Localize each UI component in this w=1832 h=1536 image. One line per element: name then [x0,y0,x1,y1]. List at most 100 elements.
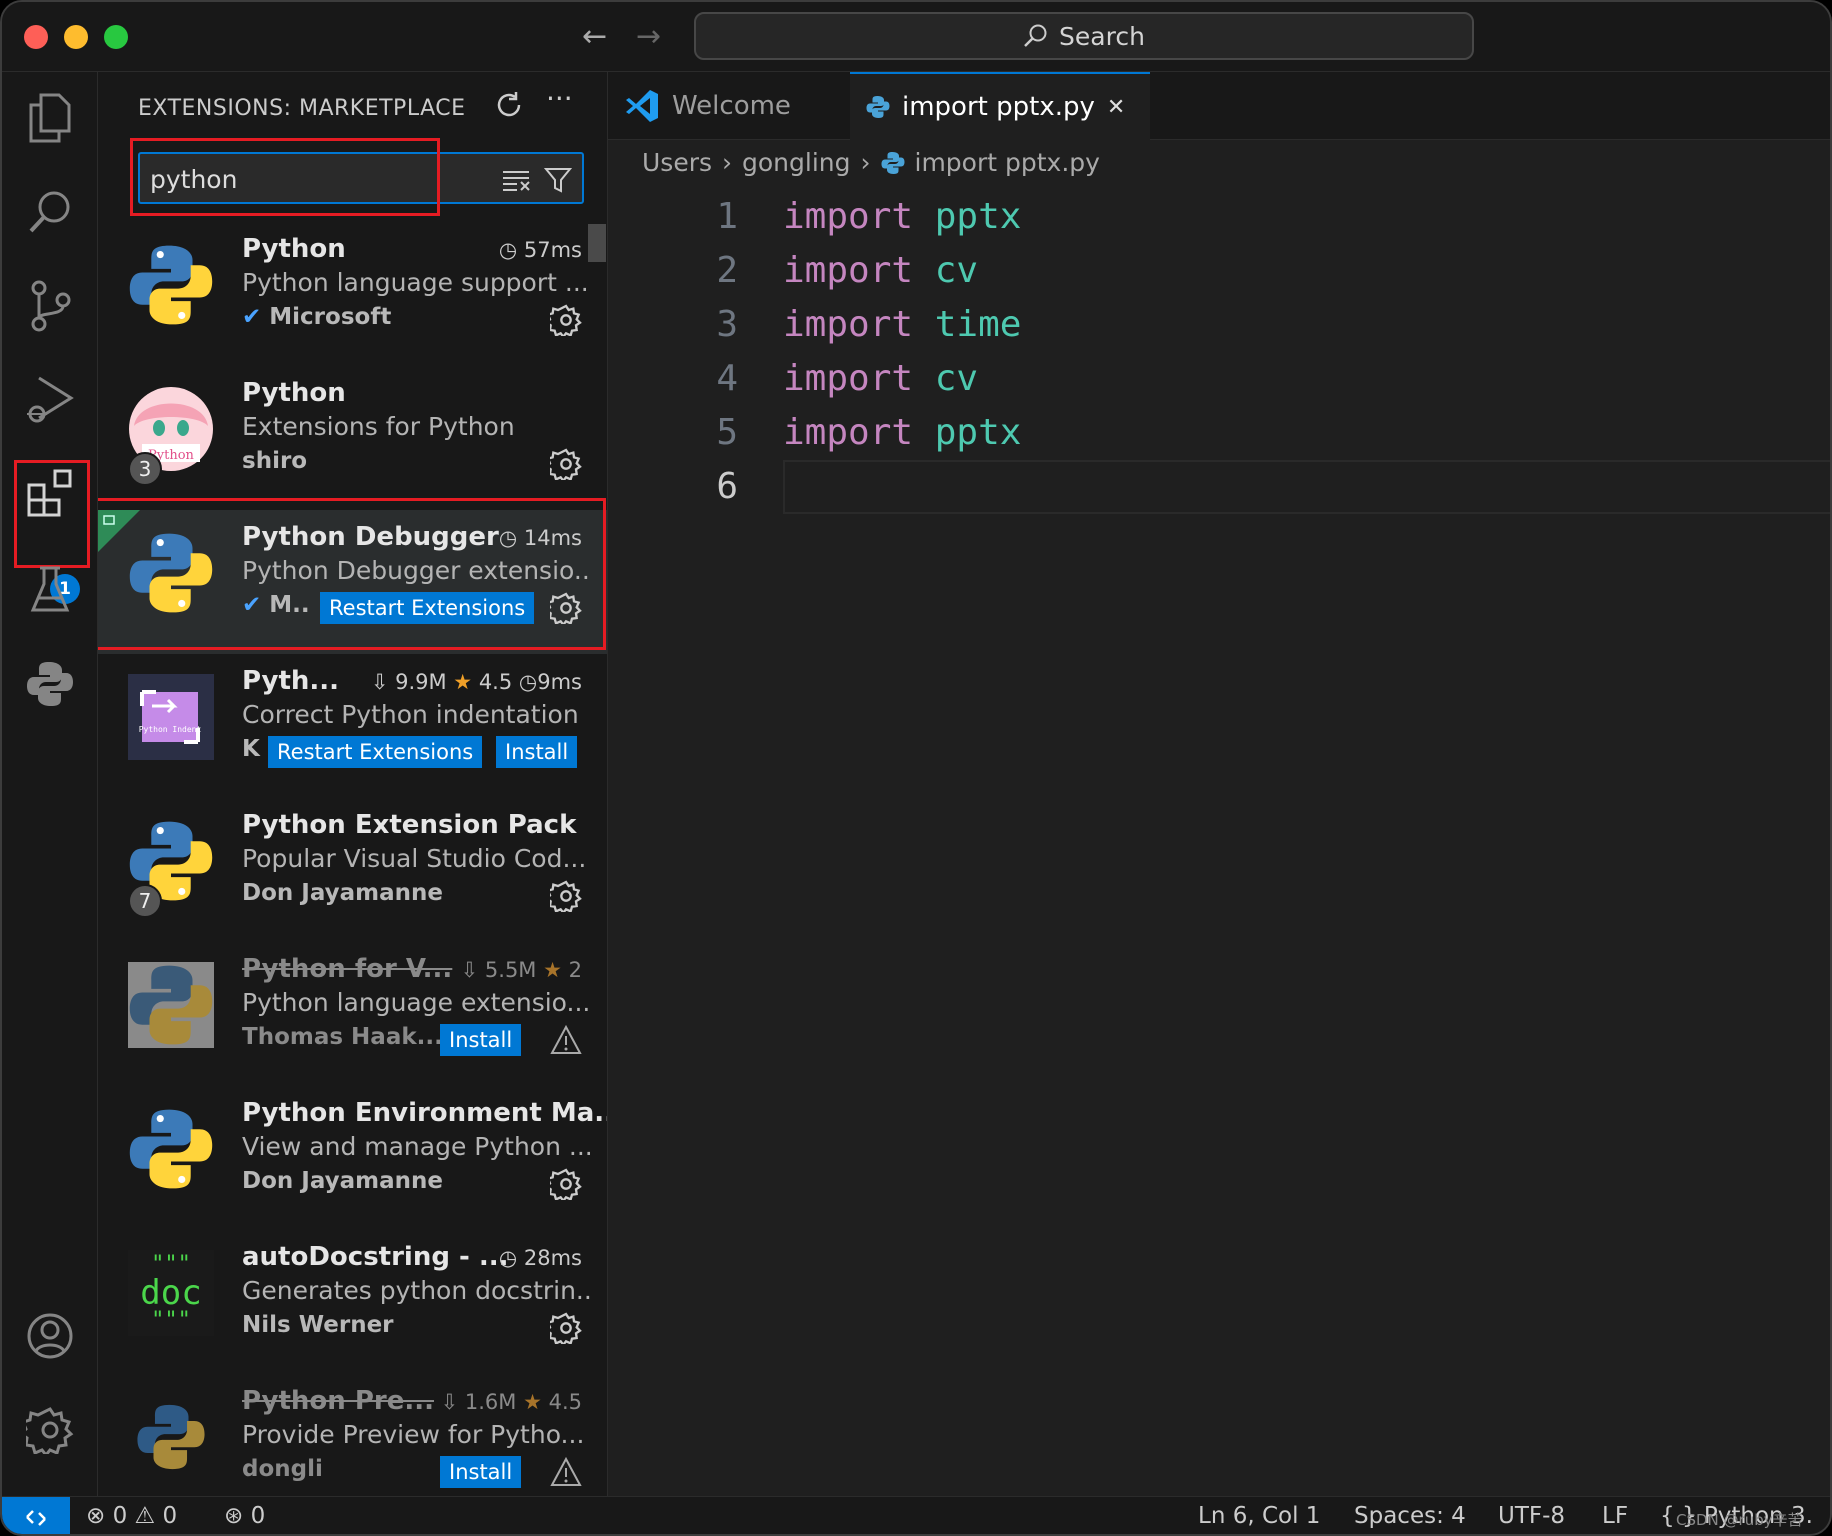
title-bar: ← → Search [2,2,1830,72]
command-center-search[interactable]: Search [694,12,1474,60]
cursor-position[interactable]: Ln 6, Col 1 [1198,1503,1320,1529]
python-logo-icon [128,962,214,1048]
breadcrumb-separator-icon: › [722,148,733,177]
extension-name: Python Environment Ma... [242,1098,608,1128]
forward-arrow-icon[interactable]: → [636,18,661,56]
module-name: cv [934,358,979,399]
breadcrumb: Users › gongling › import pptx.py [642,148,1100,177]
back-arrow-icon[interactable]: ← [582,18,607,56]
activation-time: ◷ 57ms [498,238,582,262]
keyword: import [783,358,914,399]
testing-icon[interactable] [22,562,78,618]
extension-description: Provide Preview for Pytho... [242,1420,585,1449]
extensions-sidebar: EXTENSIONS: MARKETPLACE ··· Python ◷ 57m… [98,72,608,1496]
manage-gear-icon[interactable] [550,1312,582,1344]
extension-publisher: Nils Werner [242,1312,394,1338]
refresh-icon[interactable] [494,90,524,127]
extension-item-python-for-vscode[interactable]: Python for V... ⇩ 5.5M ★ 2 Python langua… [98,942,607,1086]
editor-area: Welcome import pptx.py ✕ Users › gonglin… [608,72,1830,1496]
filter-icon[interactable] [542,164,574,196]
install-button[interactable]: Install [440,1456,522,1488]
close-window-button[interactable] [24,25,48,49]
encoding-setting[interactable]: UTF-8 [1498,1503,1565,1529]
extension-item-python-environment-manager[interactable]: Python Environment Ma... View and manage… [98,1086,608,1230]
tab-welcome[interactable]: Welcome [608,72,848,140]
search-icon [1024,24,1047,47]
search-icon[interactable] [22,184,78,240]
extension-stats: ⇩ 1.6M ★ 4.5 [440,1390,582,1414]
extension-publisher: shiro [242,448,308,474]
restart-extensions-button[interactable]: Restart Extensions [268,736,483,768]
extension-item-autodocstring[interactable]: """ doc """ autoDocstring - ... ◷ 28ms G… [98,1230,607,1374]
close-tab-icon[interactable]: ✕ [1107,95,1125,120]
star-icon: ★ [453,670,473,694]
extension-name: Pyth... [242,666,340,696]
tab-import-pptx[interactable]: import pptx.py ✕ [850,72,1150,140]
keyword: import [783,304,914,345]
extension-publisher: K [242,736,260,762]
eol-setting[interactable]: LF [1602,1503,1628,1529]
code-line: 6 [608,460,1830,514]
extension-description: Extensions for Python [242,412,515,441]
line-number: 2 [716,250,738,291]
extension-description: View and manage Python ... [242,1132,592,1161]
tab-label: import pptx.py [902,92,1095,122]
code-line: 3 import time [608,298,1830,352]
extension-item-python-preview[interactable]: Python Pre... ⇩ 1.6M ★ 4.5 Provide Previ… [98,1374,607,1496]
extension-item-python-indent[interactable]: Python Indent Pyth... ⇩ 9.9M ★ 4.5 ◷9ms … [98,654,607,798]
python-icon[interactable] [22,656,78,712]
line-number: 3 [716,304,738,345]
extension-stats: ⇩ 9.9M ★ 4.5 ◷9ms [370,670,582,694]
breadcrumb-item[interactable]: Users [642,148,712,177]
manage-gear-icon[interactable] [550,448,582,480]
vscode-window: ← → Search 1 EXTENSIONS: MARKETPLACE ···… [0,0,1832,1536]
watermark: CSDN @ruby辛苦 [1676,1511,1803,1529]
manage-gear-icon[interactable] [22,1402,78,1458]
manage-gear-icon[interactable] [550,880,582,912]
history-icon: ◷ [518,670,538,694]
editor-tabs: Welcome import pptx.py ✕ [608,72,1830,140]
source-control-icon[interactable] [22,278,78,334]
keyword: import [783,412,914,453]
extension-name: Python Pre... [242,1386,434,1416]
remote-indicator[interactable] [2,1497,70,1534]
zoom-window-button[interactable] [104,25,128,49]
account-icon[interactable] [22,1308,78,1364]
extension-publisher: ✔ Microsoft [242,304,392,330]
module-name: time [934,304,1022,345]
manage-gear-icon[interactable] [550,1168,582,1200]
extension-description: Popular Visual Studio Cod... [242,844,587,873]
module-name: cv [934,250,979,291]
extension-stats: ⇩ 5.5M ★ 2 [460,958,582,982]
activity-bar: 1 [2,72,98,1496]
breadcrumb-item[interactable]: gongling [742,148,850,177]
line-number: 5 [716,412,738,453]
broadcast-icon: ⊛ [224,1503,251,1529]
python-logo-icon [128,1394,214,1480]
clear-filter-icon[interactable] [500,164,532,196]
extension-item-python-shiro[interactable]: Python 3 Python Extensions for Python sh… [98,366,607,510]
code-line: 1 import pptx [608,190,1830,244]
minimize-window-button[interactable] [64,25,88,49]
line-number: 6 [716,466,738,507]
extension-item-python-extension-pack[interactable]: 7 Python Extension Pack Popular Visual S… [98,798,607,942]
code-line: 5 import pptx [608,406,1830,460]
problems-indicator[interactable]: ⊗ 0 ⚠ 0 [86,1503,177,1529]
extension-pack-count-badge: 3 [128,452,162,486]
manage-gear-icon[interactable] [550,304,582,336]
module-name: pptx [934,412,1022,453]
install-button[interactable]: Install [496,736,578,768]
explorer-icon[interactable] [22,90,78,146]
breadcrumb-item[interactable]: import pptx.py [915,148,1100,177]
indentation-setting[interactable]: Spaces: 4 [1354,1503,1466,1529]
extension-item-python-microsoft[interactable]: Python ◷ 57ms Python language support ..… [98,222,607,366]
install-button[interactable]: Install [440,1024,522,1056]
remote-icon [26,1510,46,1526]
star-icon: ★ [543,958,562,982]
run-debug-icon[interactable] [22,372,78,428]
tab-label: Welcome [672,91,791,121]
more-actions-icon[interactable]: ··· [546,82,573,115]
download-cloud-icon: ⇩ [460,958,485,982]
extensions-highlight-box [14,460,90,568]
ports-indicator[interactable]: ⊛ 0 [224,1503,265,1529]
